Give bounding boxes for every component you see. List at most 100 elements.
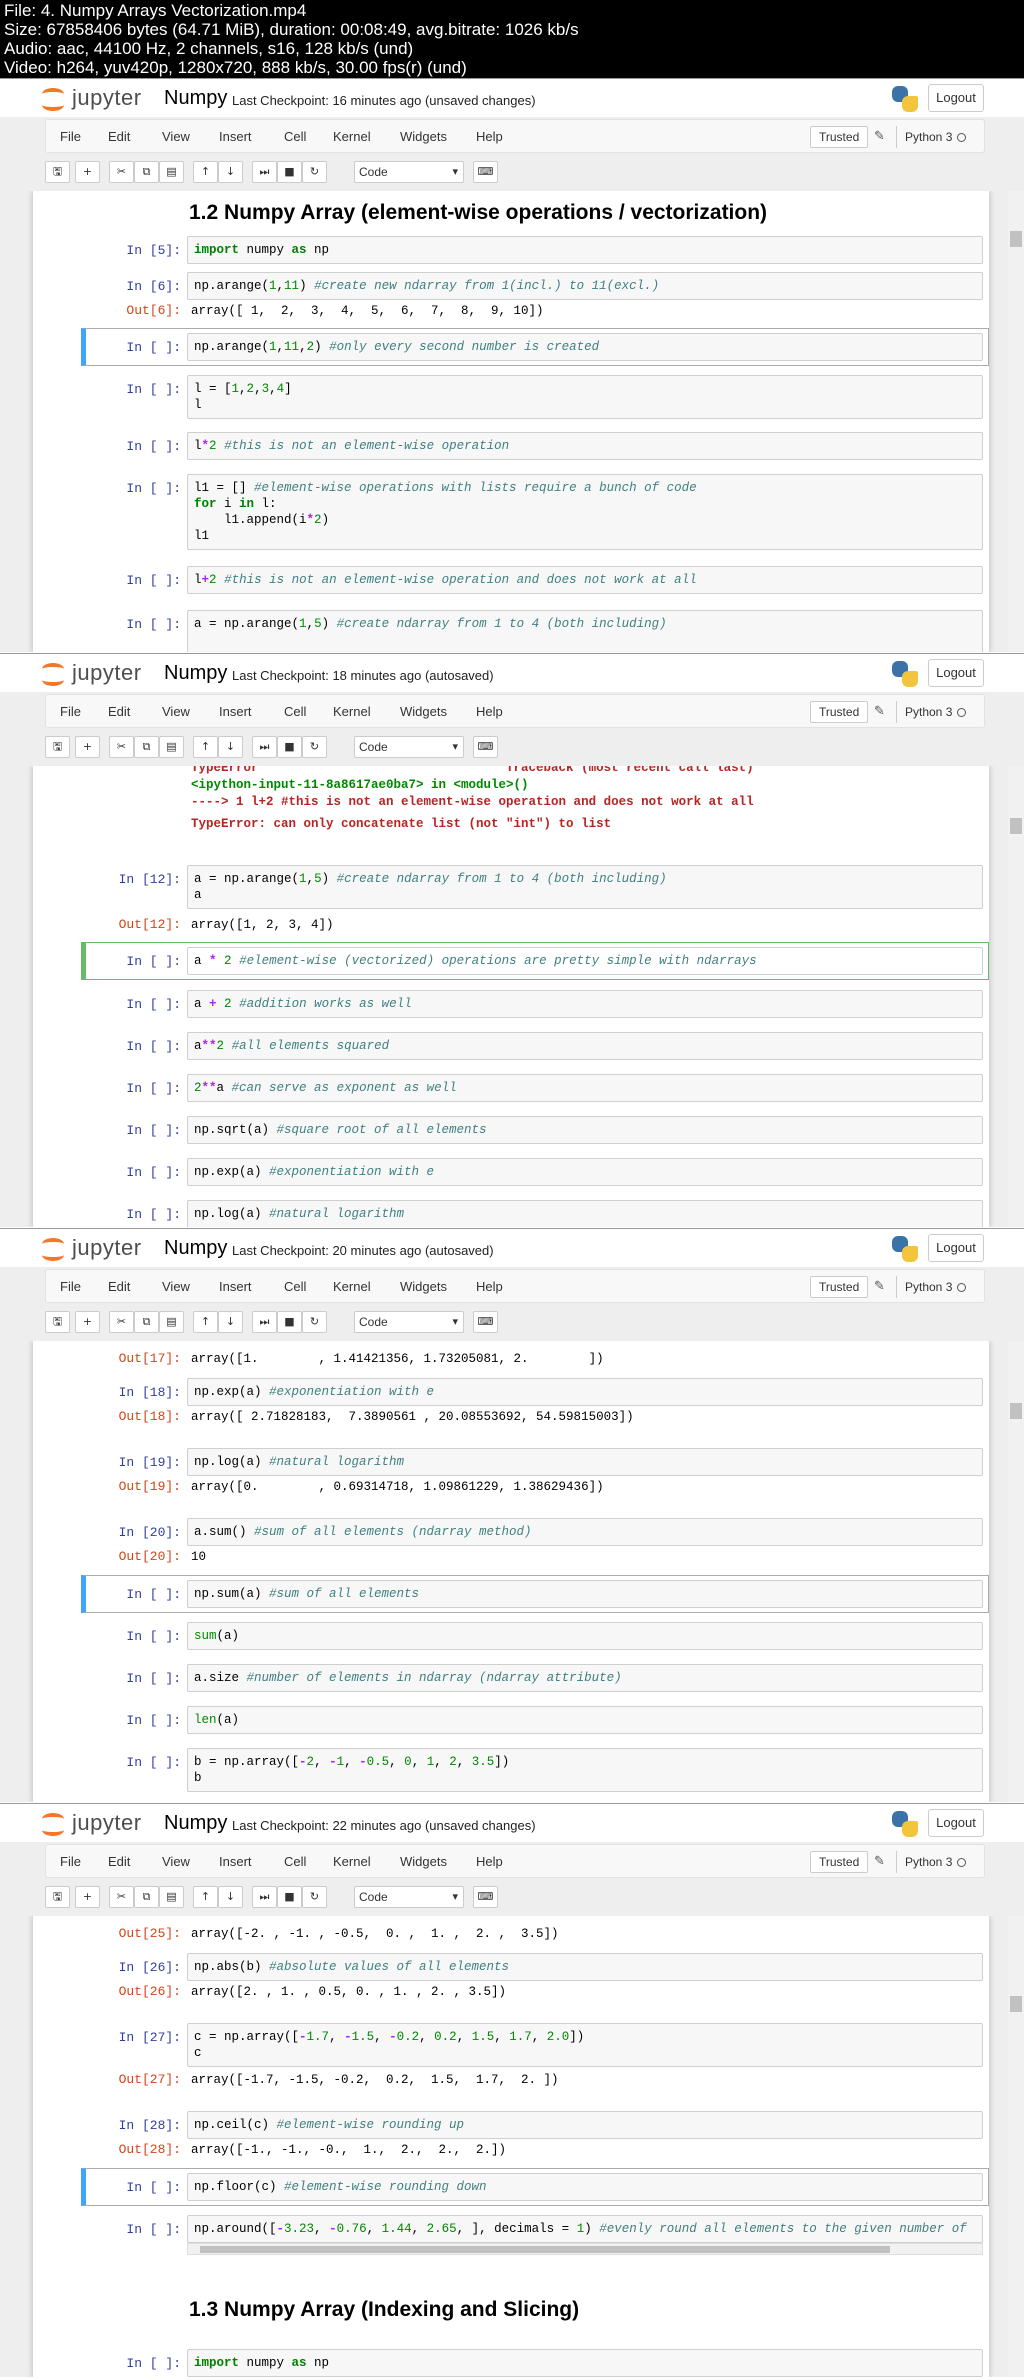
jupyter-logo[interactable]: jupyter (40, 85, 142, 111)
stop-icon[interactable]: ■ (277, 161, 302, 183)
code-cell[interactable]: np.abs(b) #absolute values of all elemen… (187, 1953, 983, 1981)
code-cell-active[interactable]: np.arange(1,11,2) #only every second num… (187, 333, 983, 361)
run-icon[interactable]: ⏭ (252, 1311, 277, 1333)
restart-icon[interactable]: ↻ (302, 161, 327, 183)
vertical-scrollbar[interactable] (1008, 766, 1024, 1227)
menu-file[interactable]: File (60, 704, 81, 719)
jupyter-logo[interactable]: jupyter (40, 660, 142, 686)
menu-cell[interactable]: Cell (284, 1854, 306, 1869)
trusted-badge[interactable]: Trusted (810, 701, 869, 723)
vertical-scrollbar[interactable] (1008, 1341, 1024, 1802)
keyboard-icon[interactable]: ⌨ (473, 1886, 498, 1908)
copy-icon[interactable]: ⧉ (134, 161, 159, 183)
menu-file[interactable]: File (60, 1279, 81, 1294)
move-up-icon[interactable]: ↑ (193, 736, 218, 758)
trusted-badge[interactable]: Trusted (810, 1276, 869, 1298)
code-cell[interactable]: np.ceil(c) #element-wise rounding up (187, 2111, 983, 2139)
copy-icon[interactable]: ⧉ (134, 1886, 159, 1908)
menu-file[interactable]: File (60, 129, 81, 144)
move-down-icon[interactable]: ↓ (218, 161, 243, 183)
move-up-icon[interactable]: ↑ (193, 161, 218, 183)
trusted-badge[interactable]: Trusted (810, 126, 869, 148)
cell-type-select[interactable]: Code (354, 161, 464, 183)
stop-icon[interactable]: ■ (277, 1311, 302, 1333)
menu-insert[interactable]: Insert (219, 704, 252, 719)
insert-cell-icon[interactable]: + (75, 1886, 100, 1908)
paste-icon[interactable]: ▤ (159, 736, 184, 758)
menu-edit[interactable]: Edit (108, 704, 130, 719)
logout-button[interactable]: Logout (928, 84, 984, 112)
code-cell[interactable]: a.sum() #sum of all elements (ndarray me… (187, 1518, 983, 1546)
jupyter-logo[interactable]: jupyter (40, 1810, 142, 1836)
menu-help[interactable]: Help (476, 1279, 503, 1294)
code-cell[interactable]: sum(a) (187, 1622, 983, 1650)
menu-widgets[interactable]: Widgets (400, 704, 447, 719)
save-icon[interactable]: 🖫 (45, 736, 70, 758)
restart-icon[interactable]: ↻ (302, 1886, 327, 1908)
cut-icon[interactable]: ✂ (109, 1886, 134, 1908)
menu-cell[interactable]: Cell (284, 1279, 306, 1294)
code-cell-editing[interactable]: a * 2 #element-wise (vectorized) operati… (187, 947, 983, 975)
menu-widgets[interactable]: Widgets (400, 1279, 447, 1294)
menu-edit[interactable]: Edit (108, 129, 130, 144)
code-cell[interactable]: np.arange(1,11) #create new ndarray from… (187, 272, 983, 300)
code-cell[interactable]: a**2 #all elements squared (187, 1032, 983, 1060)
jupyter-logo[interactable]: jupyter (40, 1235, 142, 1261)
stop-icon[interactable]: ■ (277, 736, 302, 758)
menu-cell[interactable]: Cell (284, 704, 306, 719)
cell-type-select[interactable]: Code (354, 1311, 464, 1333)
menu-kernel[interactable]: Kernel (333, 1854, 371, 1869)
menu-widgets[interactable]: Widgets (400, 1854, 447, 1869)
restart-icon[interactable]: ↻ (302, 736, 327, 758)
menu-view[interactable]: View (162, 129, 190, 144)
run-icon[interactable]: ⏭ (252, 736, 277, 758)
code-cell[interactable]: l = [1,2,3,4] l (187, 375, 983, 419)
code-cell[interactable]: b = np.array([-2, -1, -0.5, 0, 1, 2, 3.5… (187, 1748, 983, 1792)
menu-edit[interactable]: Edit (108, 1279, 130, 1294)
insert-cell-icon[interactable]: + (75, 736, 100, 758)
keyboard-icon[interactable]: ⌨ (473, 1311, 498, 1333)
code-cell[interactable]: np.around([-3.23, -0.76, 1.44, 2.65, ], … (187, 2215, 983, 2243)
logout-button[interactable]: Logout (928, 659, 984, 687)
code-cell[interactable]: np.exp(a) #exponentiation with e (187, 1158, 983, 1186)
save-icon[interactable]: 🖫 (45, 1311, 70, 1333)
insert-cell-icon[interactable]: + (75, 1311, 100, 1333)
code-cell[interactable]: 2**a #can serve as exponent as well (187, 1074, 983, 1102)
code-cell[interactable]: import numpy as np (187, 2349, 983, 2377)
cut-icon[interactable]: ✂ (109, 736, 134, 758)
move-down-icon[interactable]: ↓ (218, 1311, 243, 1333)
insert-cell-icon[interactable]: + (75, 161, 100, 183)
move-down-icon[interactable]: ↓ (218, 1886, 243, 1908)
move-up-icon[interactable]: ↑ (193, 1311, 218, 1333)
menu-file[interactable]: File (60, 1854, 81, 1869)
code-cell[interactable]: c = np.array([-1.7, -1.5, -0.2, 0.2, 1.5… (187, 2023, 983, 2067)
logout-button[interactable]: Logout (928, 1809, 984, 1837)
cell-type-select[interactable]: Code (354, 1886, 464, 1908)
cut-icon[interactable]: ✂ (109, 161, 134, 183)
code-cell[interactable]: np.log(a) #natural logarithm (187, 1448, 983, 1476)
menu-help[interactable]: Help (476, 704, 503, 719)
run-icon[interactable]: ⏭ (252, 1886, 277, 1908)
code-cell[interactable]: a = np.arange(1,5) #create ndarray from … (187, 865, 983, 909)
copy-icon[interactable]: ⧉ (134, 736, 159, 758)
cut-icon[interactable]: ✂ (109, 1311, 134, 1333)
notebook-name[interactable]: Numpy (164, 1812, 227, 1835)
keyboard-icon[interactable]: ⌨ (473, 736, 498, 758)
code-cell[interactable]: len(a) (187, 1706, 983, 1734)
save-icon[interactable]: 🖫 (45, 1886, 70, 1908)
menu-kernel[interactable]: Kernel (333, 129, 371, 144)
menu-edit[interactable]: Edit (108, 1854, 130, 1869)
menu-help[interactable]: Help (476, 1854, 503, 1869)
stop-icon[interactable]: ■ (277, 1886, 302, 1908)
paste-icon[interactable]: ▤ (159, 161, 184, 183)
menu-insert[interactable]: Insert (219, 129, 252, 144)
trusted-badge[interactable]: Trusted (810, 1851, 869, 1873)
vertical-scrollbar[interactable] (1008, 191, 1024, 652)
menu-view[interactable]: View (162, 1854, 190, 1869)
code-cell-active[interactable]: np.sum(a) #sum of all elements (187, 1580, 983, 1608)
code-cell[interactable]: a.size #number of elements in ndarray (n… (187, 1664, 983, 1692)
code-cell[interactable]: np.log(a) #natural logarithm (187, 1200, 983, 1227)
menu-insert[interactable]: Insert (219, 1854, 252, 1869)
notebook-name[interactable]: Numpy (164, 662, 227, 685)
move-up-icon[interactable]: ↑ (193, 1886, 218, 1908)
